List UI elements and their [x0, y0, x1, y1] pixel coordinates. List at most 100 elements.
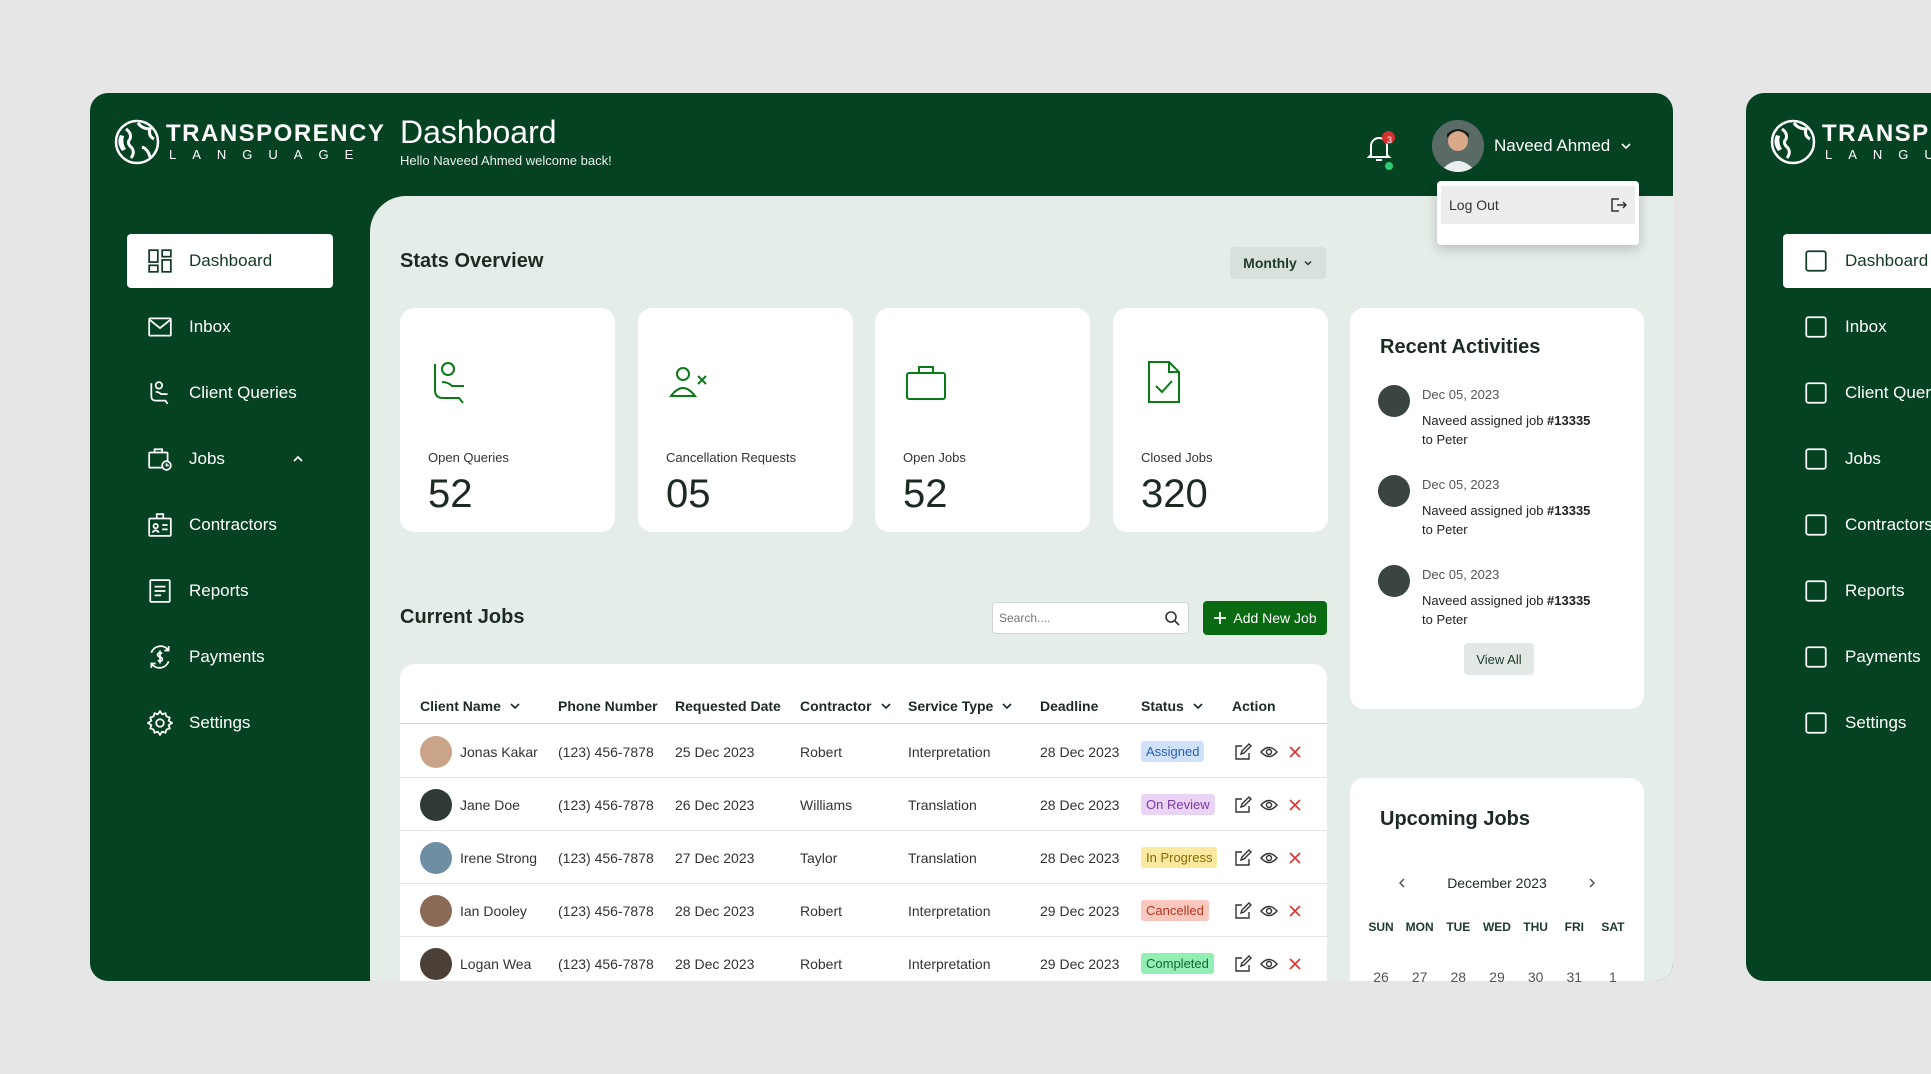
- activity-text-suffix: to Peter: [1422, 432, 1468, 447]
- status-cell: Completed: [1141, 937, 1214, 981]
- calendar-date[interactable]: 31: [1559, 969, 1589, 985]
- eye-icon[interactable]: [1260, 796, 1278, 814]
- notification-button[interactable]: 3: [1365, 131, 1395, 163]
- sidebar-item-label: Dashboard: [1845, 251, 1929, 270]
- calendar-date[interactable]: 26: [1366, 969, 1396, 985]
- edit-icon[interactable]: [1234, 848, 1252, 867]
- service-type-cell: Interpretation: [908, 955, 991, 972]
- column-service-type[interactable]: Service Type: [908, 698, 1013, 714]
- activity-text-prefix: Naveed assigned job: [1422, 413, 1548, 428]
- calendar-date[interactable]: 29: [1482, 969, 1512, 985]
- sidebar-item-dashboard[interactable]: Dashboard: [127, 234, 333, 288]
- job-id[interactable]: #13335: [1547, 503, 1590, 518]
- sidebar-item[interactable]: Contractors: [1783, 498, 1931, 552]
- user-menu-toggle[interactable]: Naveed Ahmed: [1432, 120, 1632, 172]
- sidebar-item-settings[interactable]: Settings: [127, 696, 333, 750]
- stat-label: Closed Jobs: [1141, 450, 1213, 465]
- phone-cell: (123) 456-7878: [558, 743, 654, 760]
- sidebar-item-reports[interactable]: Reports: [127, 564, 333, 618]
- jobs-table: Client Name Phone Number Requested Date …: [400, 664, 1327, 981]
- column-contractor[interactable]: Contractor: [800, 698, 892, 714]
- search-input[interactable]: Search....: [992, 602, 1189, 634]
- table-row[interactable]: Jonas Kakar (123) 456-7878 25 Dec 2023 R…: [400, 725, 1327, 778]
- column-label: Client Name: [420, 698, 501, 714]
- plus-icon: [1214, 612, 1227, 624]
- eye-icon[interactable]: [1260, 955, 1278, 973]
- requested-date-cell: 26 Dec 2023: [675, 796, 755, 813]
- sidebar-item[interactable]: Inbox: [1783, 300, 1931, 354]
- edit-icon[interactable]: [1234, 954, 1252, 973]
- briefcase-icon: [906, 366, 946, 400]
- table-row[interactable]: Jane Doe (123) 456-7878 26 Dec 2023 Will…: [400, 778, 1327, 831]
- requested-date-cell: 28 Dec 2023: [675, 955, 755, 972]
- sidebar-item-contractors[interactable]: Contractors: [127, 498, 333, 552]
- upcoming-jobs-title: Upcoming Jobs: [1380, 808, 1531, 830]
- chevron-right-icon[interactable]: [1587, 877, 1597, 889]
- stat-card-cancellation-requests[interactable]: Cancellation Requests 05: [638, 308, 853, 532]
- sidebar-item-client-queries[interactable]: Client Queries: [127, 366, 333, 420]
- client-name: Irene Strong: [460, 849, 538, 866]
- sidebar-item[interactable]: Dashboard: [1783, 234, 1931, 288]
- weekday-label: SAT: [1601, 920, 1625, 934]
- logout-menu-item[interactable]: Log Out: [1441, 186, 1635, 224]
- table-row[interactable]: Ian Dooley (123) 456-7878 28 Dec 2023 Ro…: [400, 884, 1327, 937]
- sidebar-item[interactable]: Payments: [1783, 630, 1931, 684]
- table-row[interactable]: Irene Strong (123) 456-7878 27 Dec 2023 …: [400, 831, 1327, 884]
- edit-icon[interactable]: [1234, 795, 1252, 814]
- user-avatar-image: [1432, 120, 1484, 172]
- column-status[interactable]: Status: [1141, 698, 1204, 714]
- sidebar-item-label: Dashboard: [189, 251, 273, 270]
- sidebar-item-jobs[interactable]: Jobs: [127, 432, 333, 486]
- report-icon: [1805, 580, 1827, 602]
- calendar-date[interactable]: 30: [1521, 969, 1551, 985]
- stat-card-closed-jobs[interactable]: Closed Jobs 320: [1113, 308, 1328, 532]
- status-badge: In Progress: [1141, 847, 1218, 868]
- person-seat-icon: [150, 381, 169, 405]
- edit-icon[interactable]: [1234, 742, 1252, 761]
- sidebar-item[interactable]: Reports: [1783, 564, 1931, 618]
- avatar: [1432, 120, 1484, 172]
- chevron-left-icon[interactable]: [1397, 877, 1407, 889]
- add-new-job-button[interactable]: Add New Job: [1203, 601, 1327, 635]
- recent-activities-title: Recent Activities: [1380, 336, 1541, 358]
- calendar-date[interactable]: 28: [1443, 969, 1473, 985]
- calendar-date[interactable]: 1: [1598, 969, 1628, 985]
- deadline-cell: 29 Dec 2023: [1040, 902, 1120, 919]
- job-id[interactable]: #13335: [1547, 413, 1590, 428]
- client-cell: Ian Dooley: [420, 884, 527, 937]
- sidebar-item-label: Contractors: [1845, 515, 1931, 534]
- close-icon[interactable]: [1286, 743, 1304, 761]
- page-header: Dashboard Hello Naveed Ahmed welcome bac…: [400, 113, 612, 168]
- chevron-up-icon[interactable]: [291, 452, 305, 466]
- calendar-date[interactable]: 27: [1405, 969, 1435, 985]
- recent-activities-card: Recent Activities Dec 05, 2023 Naveed as…: [1350, 308, 1644, 709]
- sidebar-item[interactable]: Settings: [1783, 696, 1931, 750]
- eye-icon[interactable]: [1260, 902, 1278, 920]
- sidebar-item-inbox[interactable]: Inbox: [127, 300, 333, 354]
- eye-icon[interactable]: [1260, 849, 1278, 867]
- close-icon[interactable]: [1286, 955, 1304, 973]
- close-icon[interactable]: [1286, 902, 1304, 920]
- edit-icon[interactable]: [1234, 901, 1252, 920]
- close-icon[interactable]: [1286, 796, 1304, 814]
- stat-card-open-jobs[interactable]: Open Jobs 52: [875, 308, 1090, 532]
- sidebar-item-payments[interactable]: Payments: [127, 630, 333, 684]
- logo[interactable]: TRANSPORENCY LANGUAGE: [112, 117, 385, 167]
- period-select[interactable]: Monthly: [1230, 247, 1326, 279]
- add-new-job-label: Add New Job: [1233, 610, 1317, 626]
- stat-card-open-queries[interactable]: Open Queries 52: [400, 308, 615, 532]
- action-cell: [1234, 725, 1304, 778]
- sidebar-item[interactable]: Client Quer: [1783, 366, 1931, 420]
- view-all-button[interactable]: View All: [1464, 643, 1534, 675]
- close-icon[interactable]: [1286, 849, 1304, 867]
- client-avatar: [420, 947, 452, 980]
- job-id[interactable]: #13335: [1547, 593, 1590, 608]
- sidebar-item[interactable]: Jobs: [1783, 432, 1931, 486]
- stat-value: 52: [903, 472, 948, 516]
- stat-label: Cancellation Requests: [666, 450, 797, 465]
- eye-icon[interactable]: [1260, 743, 1278, 761]
- activity-text-suffix: to Peter: [1422, 522, 1468, 537]
- table-row[interactable]: Logan Wea (123) 456-7878 28 Dec 2023 Rob…: [400, 937, 1327, 981]
- column-client-name[interactable]: Client Name: [420, 698, 521, 714]
- status-badge: Completed: [1141, 953, 1214, 974]
